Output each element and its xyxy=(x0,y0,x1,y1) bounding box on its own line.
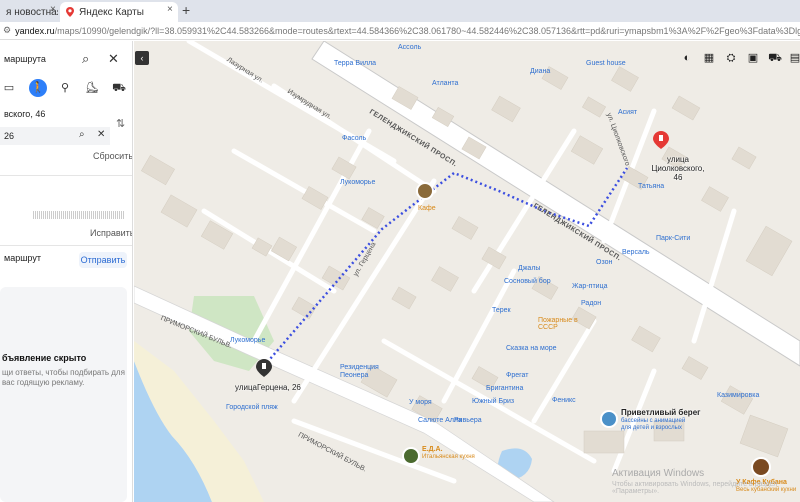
poi-label[interactable]: Кафе xyxy=(418,205,436,212)
address-bar[interactable]: ⚙ yandex.ru /maps/10990/gelendgik/?ll=38… xyxy=(0,22,800,40)
close-icon[interactable]: ✕ xyxy=(108,51,119,67)
poi-subtitle: бассейны с анимацией для детей и взрослы… xyxy=(621,418,686,431)
send-button[interactable]: Отправить xyxy=(79,252,127,268)
tab-yandex-maps-title: Яндекс Карты xyxy=(79,6,144,18)
search-icon[interactable]: ⌕ xyxy=(82,51,89,67)
elevation-profile xyxy=(33,211,125,219)
poi-label[interactable]: Бригантина xyxy=(486,385,523,392)
route-from-field[interactable]: вского, 46 xyxy=(0,105,110,123)
poi-label[interactable]: Фрегат xyxy=(506,372,528,379)
clear-small-icon[interactable]: ✕ xyxy=(97,129,105,140)
url-host: yandex.ru xyxy=(15,25,55,36)
poi-label[interactable]: Жар-птица xyxy=(572,283,607,290)
ad-placeholder: бъявление скрыто щи ответы, чтобы подбир… xyxy=(0,287,127,502)
layers-icon[interactable]: ◐ xyxy=(680,51,694,65)
start-label: улицаГерцена, 26 xyxy=(235,383,301,392)
map-route-label: маршрут xyxy=(4,253,41,263)
poi-label[interactable]: Джалы xyxy=(518,265,540,272)
walk-mode-icon[interactable]: 🚶 xyxy=(29,79,47,97)
poi-label[interactable]: Атланта xyxy=(432,80,458,87)
swap-route-icon[interactable]: ⇅ xyxy=(116,117,125,130)
poi-label[interactable]: Феникс xyxy=(552,397,576,404)
map-canvas[interactable]: ‹ ◐ ▦ ⛭ ▣ ⛟ ▤ ГЕЛЕНДЖИКСКИЙ ПРОСП. ГЕЛЕН… xyxy=(134,41,800,502)
poi-label[interactable]: Ривьера xyxy=(454,417,482,424)
close-tab-news-icon[interactable]: × xyxy=(50,4,56,15)
site-info-icon[interactable]: ⚙ xyxy=(3,25,11,36)
poi-label[interactable]: Озон xyxy=(596,259,612,266)
poi-label[interactable]: Лукоморье xyxy=(340,179,375,186)
route-sidebar: маршрута ⌕ ✕ ▭ 🚶 ⚲ ⛸ ⛟ вского, 46 26 ⌕ ✕… xyxy=(0,41,133,502)
windows-watermark-sub: Чтобы активировать Windows, перейдите в … xyxy=(612,481,778,495)
scooter-mode-icon[interactable]: ⛸ xyxy=(83,79,101,97)
yandex-maps-favicon-icon xyxy=(66,7,74,17)
poi-label[interactable]: Сказка на море xyxy=(506,345,557,352)
browser-tab-bar: я новостная и × Яндекс Карты × + xyxy=(0,0,800,22)
poi-subtitle: Итальянская кухня xyxy=(422,454,475,460)
map-layers-toolbar: ◐ ▦ ⛭ ▣ ⛟ ▤ xyxy=(680,49,800,69)
poi-title[interactable]: Е.Д.А. xyxy=(422,446,443,453)
bus-mode-icon[interactable]: ▭ xyxy=(0,79,18,97)
url-path: /maps/10990/gelendgik/?ll=38.059931%2C44… xyxy=(54,25,800,36)
map-drawing xyxy=(134,41,800,502)
poi-label[interactable]: Казимировка xyxy=(717,392,759,399)
start-pin-icon[interactable] xyxy=(256,359,272,377)
eda-photo-marker[interactable] xyxy=(402,447,420,465)
correct-button[interactable]: Исправить xyxy=(90,228,132,238)
camera-icon[interactable]: ▣ xyxy=(746,51,760,65)
transport-icon[interactable]: ⛟ xyxy=(768,51,782,65)
windows-watermark: Активация Windows xyxy=(612,468,705,479)
cafe-photo-marker[interactable] xyxy=(416,182,434,200)
destination-pin-icon[interactable] xyxy=(653,131,669,149)
bike-mode-icon[interactable]: ⚲ xyxy=(56,79,74,97)
destination-label: улица Циолковского, 46 xyxy=(651,155,705,182)
poi-label[interactable]: Версаль xyxy=(622,249,650,256)
ad-text: щи ответы, чтобы подбирать для вас годящ… xyxy=(2,368,125,387)
poi-label[interactable]: Асият xyxy=(618,109,637,116)
search-input[interactable]: маршрута xyxy=(4,54,46,64)
poi-label[interactable]: Guest house xyxy=(586,60,626,67)
poi-label[interactable]: Радон xyxy=(581,300,601,307)
poi-label[interactable]: Фасоль xyxy=(342,135,366,142)
poi-label[interactable]: Южный Бриз xyxy=(472,398,514,405)
search-row: маршрута ⌕ ✕ xyxy=(0,49,132,69)
poi-label[interactable]: Парк-Сити xyxy=(656,235,690,242)
privetlivy-photo-marker[interactable] xyxy=(600,410,618,428)
reset-button[interactable]: Сбросить xyxy=(93,151,132,161)
poi-label[interactable]: Сосновый бор xyxy=(504,278,551,285)
route-to-field[interactable]: 26 xyxy=(0,127,110,145)
poi-label[interactable]: Резиденция Пеонера xyxy=(340,364,390,380)
poi-label[interactable]: Ассоль xyxy=(398,44,421,51)
poi-label[interactable]: Пожарные в СССР xyxy=(538,317,582,331)
poi-label[interactable]: Терек xyxy=(492,307,511,314)
poi-label[interactable]: Городской пляж xyxy=(226,404,278,411)
transport-modes: ▭ 🚶 ⚲ ⛸ ⛟ xyxy=(0,79,132,99)
poi-label[interactable]: Терра Вилла xyxy=(334,60,376,67)
poi-title[interactable]: Приветливый берег xyxy=(621,408,700,417)
panorama-icon[interactable]: ▦ xyxy=(702,51,716,65)
bookmark-icon[interactable]: ▤ xyxy=(788,51,800,65)
poi-label[interactable]: Татьяна xyxy=(638,183,664,190)
poi-label[interactable]: Лукоморье xyxy=(230,337,265,344)
divider xyxy=(0,175,132,176)
new-tab-button[interactable]: + xyxy=(182,2,190,18)
divider xyxy=(0,245,132,246)
tab-yandex-maps[interactable]: Яндекс Карты xyxy=(60,2,178,22)
car-mode-icon[interactable]: ⛟ xyxy=(110,79,128,97)
poi-label[interactable]: Диана xyxy=(530,68,550,75)
traffic-icon[interactable]: ⛭ xyxy=(724,51,738,65)
search-small-icon[interactable]: ⌕ xyxy=(79,129,85,140)
ad-title: бъявление скрыто xyxy=(2,353,87,363)
collapse-panel-button[interactable]: ‹ xyxy=(135,51,149,65)
close-tab-yandex-icon[interactable]: × xyxy=(167,4,173,15)
poi-label[interactable]: У моря xyxy=(409,399,432,406)
kubana-photo-marker[interactable] xyxy=(751,457,771,477)
